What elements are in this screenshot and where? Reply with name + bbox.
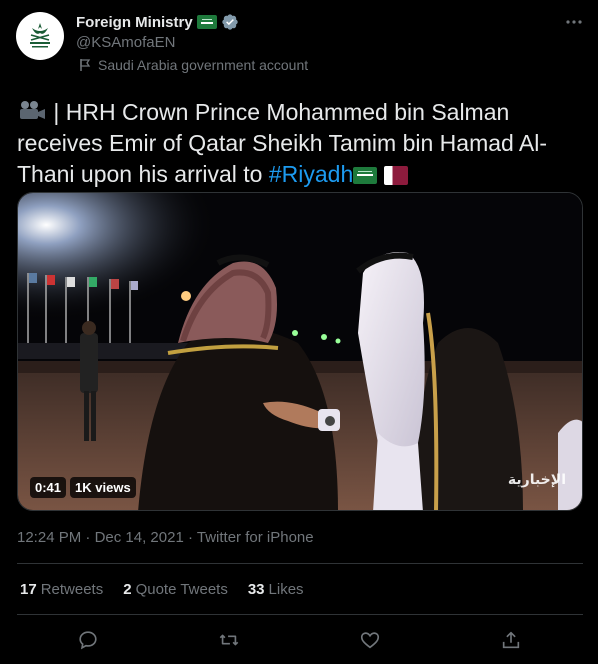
heart-icon	[360, 632, 380, 649]
saudi-flag-icon	[353, 167, 378, 185]
government-account-text: Saudi Arabia government account	[98, 57, 309, 73]
tweet-meta: 12:24 PM · Dec 14, 2021 · Twitter for iP…	[17, 529, 314, 546]
retweets-stat[interactable]: 17 Retweets	[20, 581, 103, 598]
avatar[interactable]	[16, 12, 64, 60]
video-badge: 0:41 1K views	[30, 477, 136, 498]
tweet-date[interactable]: Dec 14, 2021	[95, 529, 184, 546]
quote-tweets-count: 2	[123, 581, 132, 598]
channel-watermark: الإخبارية	[507, 471, 566, 487]
saudi-flag-icon	[196, 15, 217, 29]
quote-tweets-label: Quote Tweets	[135, 581, 228, 598]
video-player[interactable]: 0:41 1K views الإخبارية	[17, 192, 583, 511]
video-frame	[18, 193, 582, 510]
qatar-flag-icon	[383, 166, 408, 186]
retweets-label: Retweets	[40, 581, 104, 598]
government-account-label: Saudi Arabia government account	[78, 57, 308, 73]
author-handle[interactable]: @KSAmofaEN	[76, 34, 175, 51]
reply-button[interactable]	[74, 626, 102, 654]
tweet-text: | HRH Crown Prince Mohammed bin Salman r…	[17, 97, 577, 190]
reply-icon	[79, 631, 97, 650]
video-views: 1K views	[70, 477, 136, 498]
ministry-emblem-icon	[22, 18, 58, 54]
retweets-count: 17	[20, 581, 37, 598]
retweet-button[interactable]	[215, 626, 243, 654]
quote-tweets-stat[interactable]: 2 Quote Tweets	[123, 581, 228, 598]
like-button[interactable]	[356, 626, 384, 654]
meta-separator: ·	[187, 529, 193, 546]
tweet-detail: Foreign Ministry @KSAmofaEN Saudi Arabia…	[0, 0, 598, 664]
video-camera-icon	[20, 101, 45, 119]
likes-count: 33	[247, 581, 265, 598]
video-duration: 0:41	[30, 477, 67, 498]
likes-stat[interactable]: 33 Likes	[248, 581, 304, 598]
verified-badge-icon	[222, 14, 238, 30]
author-name-row: Foreign Ministry	[76, 13, 239, 31]
likes-label: Likes	[268, 581, 304, 598]
meta-separator: ·	[85, 529, 91, 546]
share-icon	[502, 631, 520, 649]
share-button[interactable]	[497, 626, 525, 654]
tweet-stats: 17 Retweets 2 Quote Tweets 33 Likes	[20, 581, 304, 598]
more-dots-icon	[566, 20, 582, 24]
hashtag-riyadh-link[interactable]: #Riyadh	[269, 161, 353, 187]
flag-label-icon	[80, 59, 91, 71]
tweet-time[interactable]: 12:24 PM	[17, 529, 81, 546]
divider	[17, 563, 583, 564]
author-display-name[interactable]: Foreign Ministry	[76, 14, 193, 31]
tweet-source[interactable]: Twitter for iPhone	[197, 529, 314, 546]
retweet-icon	[219, 634, 239, 646]
more-options-button[interactable]	[562, 10, 586, 34]
action-bar	[0, 626, 598, 656]
divider	[17, 614, 583, 615]
